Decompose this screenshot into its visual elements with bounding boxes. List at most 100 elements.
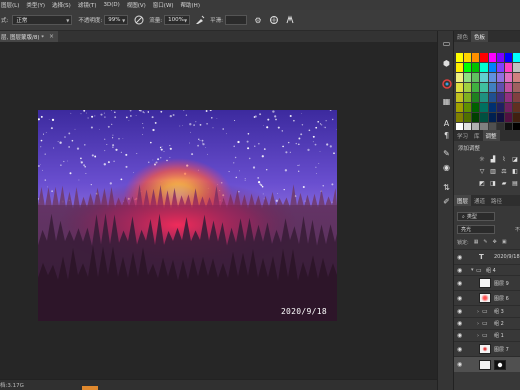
color-swatch[interactable] [504, 63, 512, 72]
layer-filter-select[interactable]: ⌕ 类型 [457, 212, 495, 221]
color-swatch[interactable] [456, 63, 464, 72]
color-swatch[interactable] [456, 93, 464, 102]
layer-row-selected[interactable]: ◉ [454, 356, 520, 372]
color-swatch[interactable] [456, 83, 464, 92]
swatch-grid[interactable] [454, 53, 520, 133]
black-white-icon[interactable]: ◧ [511, 167, 519, 175]
layer-mask-thumbnail[interactable] [494, 359, 506, 370]
gradient-map-icon[interactable]: ▰ [500, 179, 508, 187]
canvas-area[interactable]: 2020/9/18 [0, 42, 437, 379]
color-swatch[interactable] [496, 83, 504, 92]
layer-row-layer-7[interactable]: ◉ 图层 7 [454, 341, 520, 356]
color-swatch[interactable] [504, 103, 512, 112]
color-swatch[interactable] [504, 73, 512, 82]
layer-row-group-3[interactable]: ◉ › ▭ 组 3 [454, 305, 520, 317]
tool-preset-icon[interactable]: ✐ [440, 195, 453, 208]
color-swatch[interactable] [512, 73, 520, 82]
layer-row-group-1[interactable]: ◉ › ▭ 组 1 [454, 329, 520, 341]
color-swatch[interactable] [464, 113, 472, 122]
pressure-size-icon[interactable] [268, 14, 280, 26]
lock-pixels-icon[interactable]: ▦ [474, 239, 479, 246]
eye-icon[interactable]: ◉ [457, 320, 462, 327]
color-swatch[interactable] [464, 103, 472, 112]
color-swatch[interactable] [480, 63, 488, 72]
brightness-icon[interactable]: ☼ [478, 155, 486, 163]
color-swatch[interactable] [512, 83, 520, 92]
color-swatch[interactable] [456, 113, 464, 122]
color-swatch[interactable] [456, 103, 464, 112]
color-swatch[interactable] [504, 83, 512, 92]
eye-icon[interactable]: ◉ [457, 361, 462, 368]
color-swatch[interactable] [480, 93, 488, 102]
menu-3d[interactable]: 3D(D) [103, 2, 119, 8]
color-swatch[interactable] [480, 73, 488, 82]
color-swatch[interactable] [496, 93, 504, 102]
layer-row-group-4[interactable]: ◉ ▾ ▭ 组 4 [454, 264, 520, 275]
vibrance-icon[interactable]: ▽ [478, 167, 486, 175]
color-swatch[interactable] [472, 103, 480, 112]
color-swatch[interactable] [488, 93, 496, 102]
chevron-down-icon[interactable]: ▾ [471, 267, 474, 273]
chevron-right-icon[interactable]: › [477, 333, 479, 339]
chevron-right-icon[interactable]: › [477, 309, 479, 315]
artwork-canvas[interactable]: 2020/9/18 [38, 110, 337, 321]
pressure-opacity-icon[interactable] [133, 14, 145, 26]
arrange-icon[interactable]: ⇅ [440, 181, 453, 194]
color-swatch[interactable] [480, 53, 488, 62]
color-swatch[interactable] [464, 73, 472, 82]
color-swatch[interactable] [512, 63, 520, 72]
posterize-icon[interactable]: ◩ [478, 179, 486, 187]
color-swatch[interactable] [464, 63, 472, 72]
menu-layer[interactable]: 图层(L) [1, 1, 19, 9]
color-balance-icon[interactable]: ⚖ [500, 167, 508, 175]
clone-source-icon[interactable]: ◉ [440, 161, 453, 174]
color-swatch[interactable] [488, 73, 496, 82]
color-swatch[interactable] [488, 83, 496, 92]
menu-window[interactable]: 窗口(W) [153, 1, 174, 9]
blend-mode-select[interactable]: 亮光 [457, 225, 495, 234]
eye-icon[interactable]: ◉ [457, 254, 462, 261]
paragraph-icon[interactable]: ¶ [440, 129, 453, 142]
color-swatch[interactable] [496, 63, 504, 72]
tab-adjustments[interactable]: 调整 [482, 130, 500, 141]
cube-icon[interactable]: ⬢ [440, 57, 453, 70]
eye-icon[interactable]: ◉ [457, 308, 462, 315]
color-swatch[interactable] [456, 73, 464, 82]
hue-icon[interactable]: ▥ [489, 167, 497, 175]
color-swatch[interactable] [512, 53, 520, 62]
lock-artboard-icon[interactable]: ▣ [502, 239, 507, 246]
layer-row-layer-6[interactable]: ◉ 图层 6 [454, 290, 520, 305]
tab-color[interactable]: 颜色 [454, 31, 471, 42]
color-swatch[interactable] [464, 83, 472, 92]
color-swatch[interactable] [496, 113, 504, 122]
menu-view[interactable]: 视图(V) [127, 1, 146, 9]
color-swatch[interactable] [480, 83, 488, 92]
color-swatch[interactable] [512, 93, 520, 102]
eye-icon[interactable]: ◉ [457, 267, 462, 274]
lock-paint-icon[interactable]: ✎ [483, 239, 487, 246]
color-swatch[interactable] [472, 83, 480, 92]
color-swatch[interactable] [464, 93, 472, 102]
menu-help[interactable]: 帮助(H) [181, 1, 200, 9]
levels-icon[interactable]: ▟ [489, 155, 497, 163]
selective-color-icon[interactable]: ▤ [511, 179, 519, 187]
menu-select[interactable]: 选择(S) [52, 1, 71, 9]
swatches-icon[interactable]: ▦ [440, 95, 453, 108]
tab-layers[interactable]: 图层 [454, 195, 472, 206]
color-swatch[interactable] [504, 113, 512, 122]
exposure-icon[interactable]: ◪ [511, 155, 519, 163]
eye-icon[interactable]: ◉ [457, 332, 462, 339]
color-swatch[interactable] [472, 93, 480, 102]
color-swatch[interactable] [504, 53, 512, 62]
color-swatch[interactable] [512, 103, 520, 112]
menu-filter[interactable]: 滤镜(T) [78, 1, 97, 9]
flow-input[interactable]: 100% ▼ [164, 15, 191, 25]
lock-move-icon[interactable]: ✥ [493, 239, 497, 246]
eye-icon[interactable]: ◉ [457, 295, 462, 302]
color-swatch[interactable] [488, 63, 496, 72]
smooth-input[interactable] [224, 15, 247, 25]
tab-libraries[interactable]: 库 [471, 130, 483, 141]
chevron-right-icon[interactable]: › [477, 321, 479, 327]
color-swatch[interactable] [496, 73, 504, 82]
color-swatch[interactable] [488, 103, 496, 112]
